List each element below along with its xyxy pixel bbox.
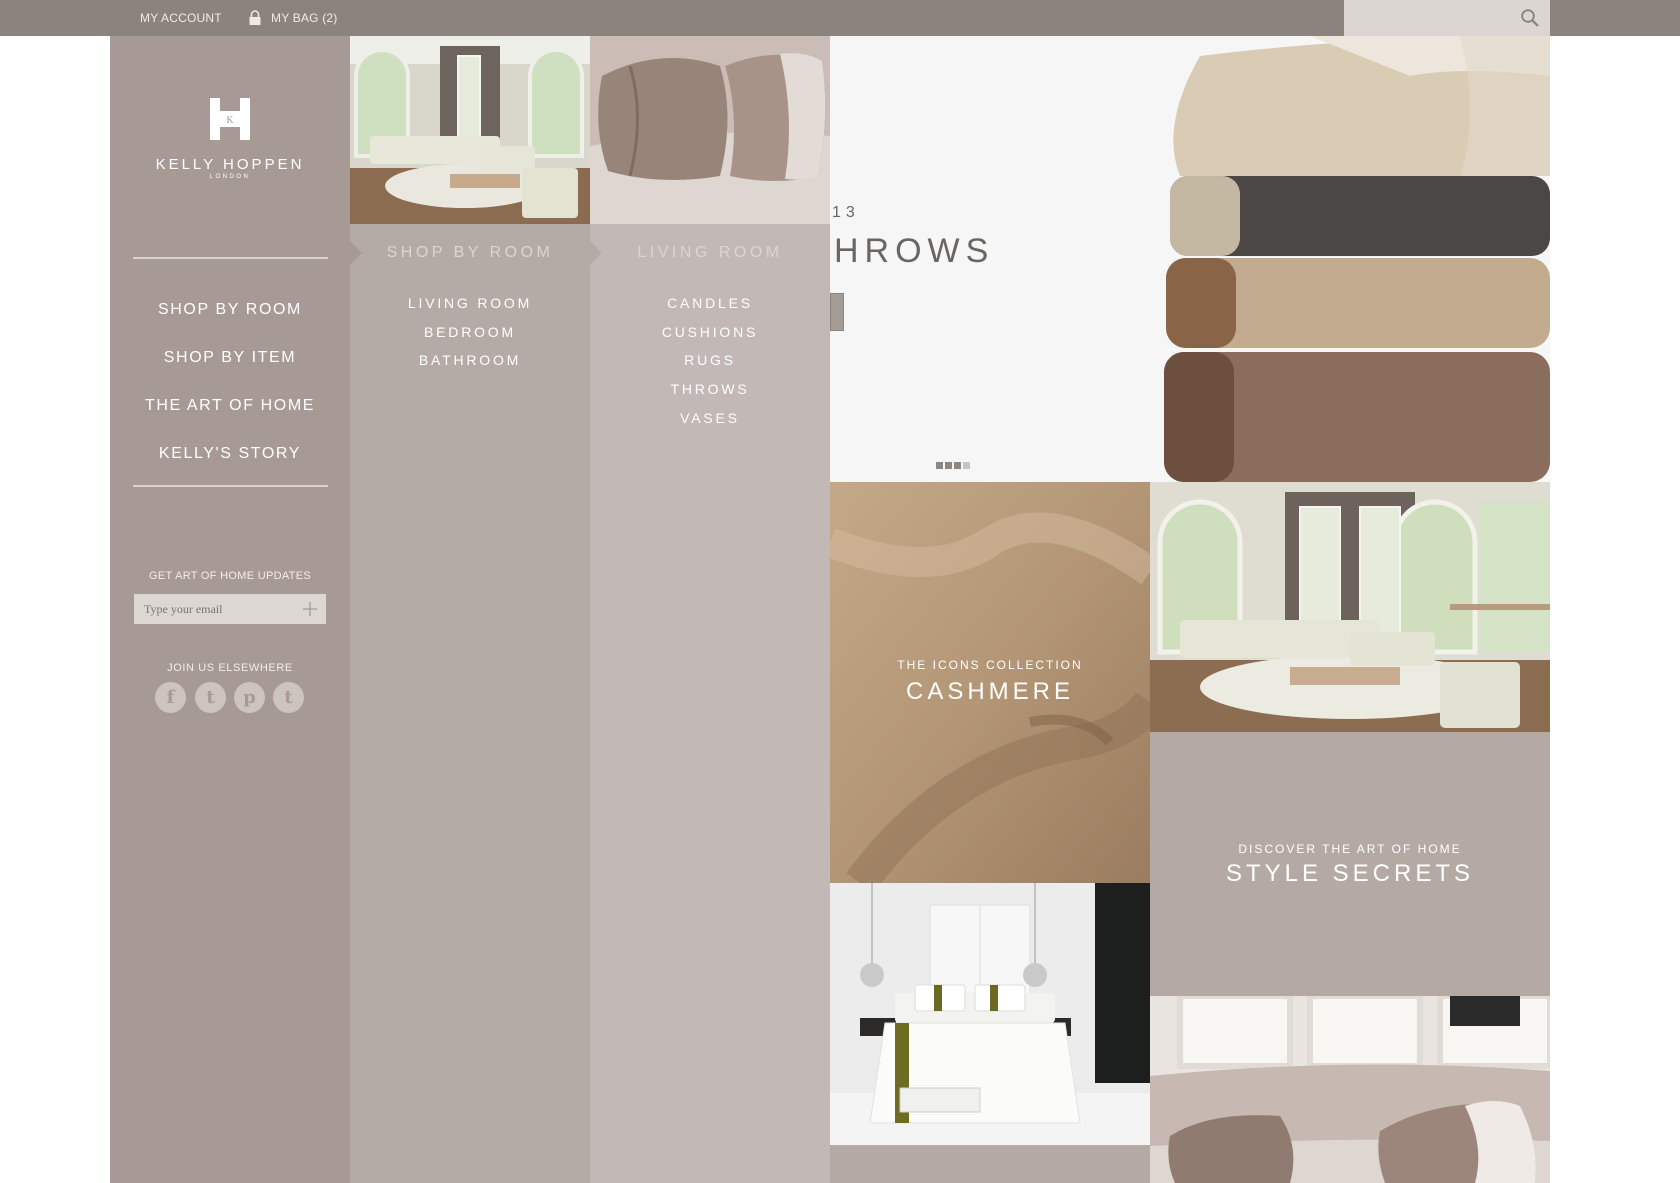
- logo-mark: K: [210, 98, 250, 140]
- item-throws[interactable]: THROWS: [590, 375, 830, 404]
- room-list: LIVING ROOM BEDROOM BATHROOM: [350, 289, 590, 375]
- brand-name: KELLY HOPPEN: [155, 156, 305, 173]
- item-cushions[interactable]: CUSHIONS: [590, 318, 830, 347]
- email-field[interactable]: [134, 594, 294, 624]
- shop-by-room-heading: SHOP BY ROOM: [386, 244, 554, 261]
- logo-monogram: K: [226, 115, 234, 126]
- hero-throws-image: [1164, 36, 1550, 482]
- living-room-list: CANDLES CUSHIONS RUGS THROWS VASES: [590, 289, 830, 432]
- search-box: [1344, 0, 1550, 36]
- nav-kellys-story[interactable]: KELLY'S STORY: [110, 430, 350, 478]
- plus-icon[interactable]: [302, 601, 318, 617]
- bottom-tile: [830, 1145, 1150, 1183]
- cushions-photo-tile[interactable]: [1150, 996, 1550, 1183]
- living-room-panel: LIVING ROOM CANDLES CUSHIONS RUGS THROWS…: [590, 36, 830, 1183]
- style-kicker: DISCOVER THE ART OF HOME: [1238, 842, 1462, 856]
- cushions-thumbnail[interactable]: [590, 36, 830, 224]
- room-item-living-room[interactable]: LIVING ROOM: [350, 289, 590, 318]
- hero-shop-button[interactable]: [830, 293, 844, 331]
- search-icon[interactable]: [1520, 8, 1540, 28]
- cashmere-tile[interactable]: THE ICONS COLLECTION CASHMERE: [830, 482, 1150, 883]
- search-input[interactable]: [1344, 0, 1514, 36]
- style-title: STYLE SECRETS: [1225, 860, 1475, 887]
- item-candles[interactable]: CANDLES: [590, 289, 830, 318]
- living-room-photo: [1150, 482, 1550, 732]
- hero-title: HROWS: [834, 232, 995, 270]
- facebook-icon[interactable]: f: [155, 682, 186, 713]
- lock-icon: [249, 10, 261, 25]
- room-item-bedroom[interactable]: BEDROOM: [350, 318, 590, 347]
- style-secrets-tile[interactable]: DISCOVER THE ART OF HOME STYLE SECRETS: [1150, 732, 1550, 996]
- living-room-thumbnail[interactable]: [350, 36, 590, 224]
- brand-logo[interactable]: K KELLY HOPPEN LONDON: [110, 98, 350, 218]
- bedroom-photo: [830, 883, 1150, 1145]
- bedroom-photo-tile[interactable]: [830, 883, 1150, 1145]
- nav-shop-by-room[interactable]: SHOP BY ROOM: [110, 286, 350, 334]
- nav-shop-by-item[interactable]: SHOP BY ITEM: [110, 334, 350, 382]
- updates-heading: GET ART OF HOME UPDATES: [149, 570, 311, 582]
- living-room-heading: LIVING ROOM: [637, 244, 783, 261]
- item-rugs[interactable]: RUGS: [590, 346, 830, 375]
- my-bag-link[interactable]: MY BAG (2): [271, 11, 337, 25]
- nav-art-of-home[interactable]: THE ART OF HOME: [110, 382, 350, 430]
- my-account-link[interactable]: MY ACCOUNT: [140, 11, 222, 25]
- slide-indicator: [936, 456, 972, 474]
- slide-dot[interactable]: [954, 462, 961, 469]
- main-nav: SHOP BY ROOM SHOP BY ITEM THE ART OF HOM…: [110, 286, 350, 478]
- item-vases[interactable]: VASES: [590, 404, 830, 433]
- slide-dot[interactable]: [945, 462, 952, 469]
- email-field-wrap: [134, 594, 326, 624]
- shop-by-room-panel: SHOP BY ROOM LIVING ROOM BEDROOM BATHROO…: [350, 36, 590, 1183]
- divider: [133, 485, 328, 487]
- brand-subtitle: LONDON: [209, 174, 251, 180]
- top-bar: MY ACCOUNT MY BAG (2): [0, 0, 1680, 36]
- living-room-photo-tile[interactable]: [1150, 482, 1550, 732]
- cashmere-kicker: THE ICONS COLLECTION: [897, 658, 1083, 672]
- cushions-photo: [1150, 996, 1550, 1183]
- divider: [133, 257, 328, 259]
- pinterest-icon[interactable]: p: [234, 682, 265, 713]
- hero-kicker: 13: [832, 204, 860, 221]
- slide-dot[interactable]: [963, 462, 970, 469]
- sidebar: K KELLY HOPPEN LONDON SHOP BY ROOM SHOP …: [110, 36, 350, 1183]
- twitter-icon[interactable]: t: [195, 682, 226, 713]
- hero-banner[interactable]: 13 HROWS: [830, 36, 1550, 482]
- slide-dot[interactable]: [936, 462, 943, 469]
- social-heading: JOIN US ELSEWHERE: [167, 662, 293, 674]
- cashmere-title: CASHMERE: [905, 678, 1075, 705]
- room-item-bathroom[interactable]: BATHROOM: [350, 346, 590, 375]
- tumblr-icon[interactable]: t: [273, 682, 304, 713]
